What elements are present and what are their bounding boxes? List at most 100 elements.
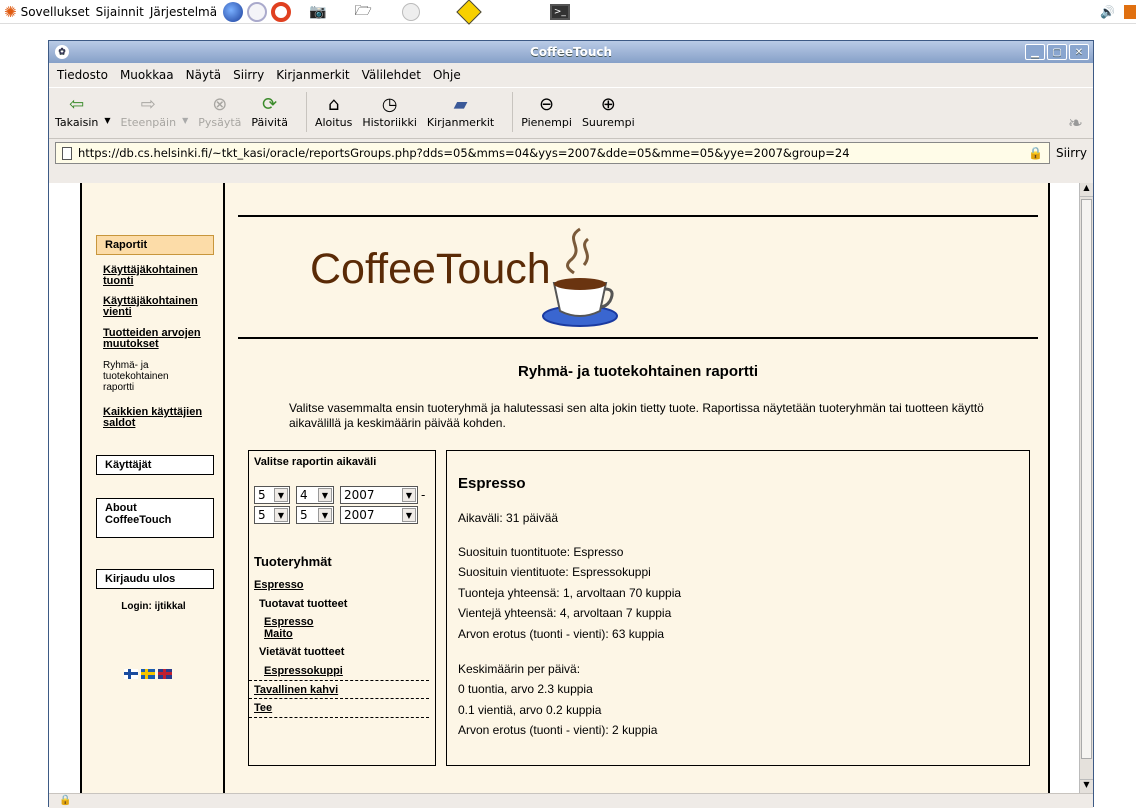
end-month-select[interactable]: 5 ▼	[296, 506, 334, 524]
site-logo-text: CoffeeTouch	[310, 245, 551, 293]
logout-button[interactable]: Kirjaudu ulos	[96, 569, 214, 589]
applications-menu[interactable]: Sovellukset	[21, 5, 90, 19]
zoom-in-button[interactable]: ⊕ Suurempi	[582, 92, 635, 130]
imports-subtitle: Tuotavat tuotteet	[259, 598, 348, 610]
group-link-tea[interactable]: Tee	[254, 702, 272, 714]
email-launcher-icon[interactable]	[247, 1, 268, 22]
zoom-in-icon: ⊕	[600, 93, 616, 115]
menu-bookmarks[interactable]: Kirjanmerkit	[276, 68, 349, 82]
start-day-select[interactable]: 5 ▼	[254, 486, 290, 504]
import-link-espresso[interactable]: Espresso	[264, 616, 314, 628]
date-range-label: Valitse raportin aikaväli	[254, 456, 377, 468]
browser-window: ✿ CoffeeTouch ▁ ▢ ✕ Tiedosto Muokkaa Näy…	[48, 40, 1094, 808]
group-divider	[249, 698, 429, 699]
report-imports-total: Tuonteja yhteensä: 1, arvoltaan 70 kuppi…	[458, 586, 682, 600]
url-text: https://db.cs.helsinki.fi/~tkt_kasi/orac…	[78, 146, 850, 160]
end-year-select[interactable]: 2007 ▼	[340, 506, 418, 524]
document-launcher-icon[interactable]	[401, 2, 420, 21]
camera-launcher-icon[interactable]: 📷	[309, 4, 326, 20]
forward-history-dropdown-icon[interactable]: ▼	[182, 116, 188, 125]
url-input[interactable]: https://db.cs.helsinki.fi/~tkt_kasi/orac…	[55, 142, 1050, 164]
nav-users-button[interactable]: Käyttäjät	[96, 455, 214, 475]
menu-edit[interactable]: Muokkaa	[120, 68, 174, 82]
report-average-imports: 0 tuontia, arvo 2.3 kuppia	[458, 682, 593, 696]
nav-link-all-balances[interactable]: Kaikkien käyttäjien saldot	[103, 407, 219, 429]
chevron-down-icon: ▼	[274, 508, 288, 522]
exports-subtitle: Vietävät tuotteet	[259, 646, 345, 658]
file-manager-launcher-icon[interactable]: 🗁	[355, 0, 372, 24]
finnish-flag-icon[interactable]	[124, 669, 138, 679]
start-month-select[interactable]: 4 ▼	[296, 486, 334, 504]
security-lock-icon[interactable]: 🔒	[59, 795, 71, 806]
scroll-down-arrow-icon[interactable]: ▼	[1080, 779, 1093, 793]
toolbar-separator	[512, 92, 514, 132]
stop-button[interactable]: ⊗ Pysäytä	[198, 92, 241, 130]
scroll-thumb[interactable]	[1081, 199, 1092, 759]
help-launcher-icon[interactable]	[271, 1, 292, 22]
import-link-milk[interactable]: Maito	[264, 628, 293, 640]
history-button[interactable]: ◷ Historiikki	[362, 92, 417, 130]
maximize-button[interactable]: ▢	[1047, 44, 1067, 60]
zoom-out-button[interactable]: ⊖ Pienempi	[521, 92, 572, 130]
nav-link-user-exports[interactable]: Käyttäjäkohtainen vienti	[103, 296, 215, 318]
export-link-espresso-cup[interactable]: Espressokuppi	[264, 665, 343, 677]
menu-file[interactable]: Tiedosto	[57, 68, 108, 82]
report-average-exports: 0.1 vientiä, arvo 0.2 kuppia	[458, 703, 602, 717]
report-value-diff: Arvon erotus (tuonti - vienti): 63 kuppi…	[458, 627, 665, 641]
menu-tabs[interactable]: Välilehdet	[362, 68, 421, 82]
gnome-top-panel: ✺ Sovellukset Sijainnit Järjestelmä 📷 🗁 …	[0, 0, 1136, 25]
coffee-cup-logo-icon	[542, 227, 618, 327]
nav-link-product-value-changes[interactable]: Tuotteiden arvojen muutokset	[103, 328, 219, 350]
system-menu[interactable]: Järjestelmä	[150, 5, 217, 19]
bookmarks-button[interactable]: ▰ Kirjanmerkit	[427, 92, 494, 130]
english-flag-icon[interactable]	[158, 669, 172, 679]
date-range-dash: -	[421, 488, 426, 502]
end-day-select[interactable]: 5 ▼	[254, 506, 290, 524]
language-flags	[124, 669, 172, 679]
back-button[interactable]: ⇦ Takaisin	[55, 92, 98, 130]
home-icon: ⌂	[327, 93, 340, 115]
filter-panel: Valitse raportin aikaväli 5 ▼ 4 ▼ 2007 ▼ - …	[248, 450, 436, 766]
address-bar: https://db.cs.helsinki.fi/~tkt_kasi/orac…	[49, 139, 1093, 167]
status-bar: 🔒	[49, 793, 1093, 808]
volume-icon[interactable]: 🔊	[1100, 5, 1115, 19]
menu-view[interactable]: Näytä	[186, 68, 222, 82]
nav-reports-button[interactable]: Raportit	[96, 235, 214, 255]
update-notifier-icon[interactable]	[456, 0, 482, 25]
chevron-down-icon: ▼	[318, 488, 332, 502]
report-top-export: Suosituin vientituote: Espressokuppi	[458, 565, 651, 579]
page-heading: Ryhmä- ja tuotekohtainen raportti	[517, 363, 759, 380]
menu-help[interactable]: Ohje	[433, 68, 461, 82]
back-arrow-icon: ⇦	[69, 93, 85, 115]
group-link-regular-coffee[interactable]: Tavallinen kahvi	[254, 684, 338, 696]
start-year-select[interactable]: 2007 ▼	[340, 486, 418, 504]
home-button[interactable]: ⌂ Aloitus	[315, 92, 352, 130]
menu-go[interactable]: Siirry	[233, 68, 264, 82]
scroll-up-arrow-icon[interactable]: ▲	[1080, 183, 1093, 197]
close-button[interactable]: ✕	[1069, 44, 1089, 60]
report-average-title: Keskimäärin per päivä:	[458, 662, 581, 676]
chevron-down-icon: ▼	[318, 508, 332, 522]
places-menu[interactable]: Sijainnit	[96, 5, 144, 19]
group-link-espresso[interactable]: Espresso	[254, 579, 304, 591]
chevron-down-icon: ▼	[402, 508, 416, 522]
nav-about-button[interactable]: About CoffeeTouch	[96, 498, 214, 538]
report-exports-total: Vientejä yhteensä: 4, arvoltaan 7 kuppia	[458, 606, 672, 620]
go-button[interactable]: Siirry	[1056, 146, 1087, 160]
ubuntu-logo-icon[interactable]: ✺	[4, 3, 17, 21]
reload-button[interactable]: ⟳ Päivitä	[251, 92, 288, 130]
window-titlebar[interactable]: ✿ CoffeeTouch ▁ ▢ ✕	[49, 41, 1093, 63]
notification-icon[interactable]	[1124, 4, 1136, 19]
vertical-scrollbar[interactable]: ▲ ▼	[1079, 183, 1093, 793]
nav-current-page: Ryhmä- ja tuotekohtainen raportti	[103, 360, 169, 393]
nav-link-user-imports[interactable]: Käyttäjäkohtainen tuonti	[103, 265, 215, 287]
navigation-toolbar: ⇦ Takaisin ▼ ⇨ Eteenpäin ▼ ⊗ Pysäytä ⟳ P…	[49, 87, 1093, 139]
terminal-launcher-icon[interactable]: >_	[549, 3, 570, 20]
page-frame: Raportit Käyttäjäkohtainen tuonti Käyttä…	[80, 183, 1050, 793]
minimize-button[interactable]: ▁	[1025, 44, 1045, 60]
firefox-launcher-icon[interactable]	[223, 1, 244, 22]
window-menu-icon[interactable]: ✿	[55, 45, 69, 59]
forward-button[interactable]: ⇨ Eteenpäin	[121, 92, 177, 130]
swedish-flag-icon[interactable]	[141, 669, 155, 679]
back-history-dropdown-icon[interactable]: ▼	[104, 116, 110, 125]
